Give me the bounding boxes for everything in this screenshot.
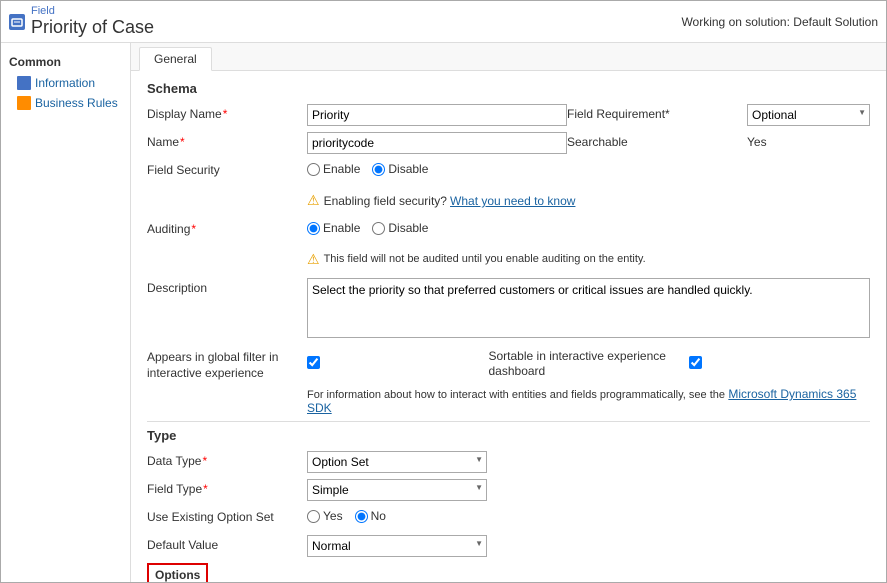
field-security-info-spacer — [147, 188, 307, 191]
content-area: General Schema Display Name* Field Requi… — [131, 43, 886, 582]
auditing-warning-row: ⚠ This field will not be audited until y… — [147, 247, 870, 272]
global-filter-row: Appears in global filter in interactive … — [147, 347, 870, 381]
sidebar: Common Information Business Rules — [1, 43, 131, 582]
schema-section-title: Schema — [147, 81, 870, 96]
field-security-info-control: ⚠ Enabling field security? What you need… — [307, 188, 870, 213]
name-row: Name* Searchable Yes — [147, 132, 870, 154]
warning-icon: ⚠ — [307, 192, 320, 209]
field-requirement-label: Field Requirement* — [567, 104, 747, 121]
auditing-row: Auditing* Enable Disable — [147, 219, 870, 241]
searchable-value: Yes — [747, 132, 870, 149]
default-value-select[interactable]: High Normal Low Critical — [307, 535, 487, 557]
sdk-spacer — [147, 387, 307, 390]
field-type-control: Simple — [307, 479, 870, 501]
description-label: Description — [147, 278, 307, 295]
auditing-warning-control: ⚠ This field will not be audited until y… — [307, 247, 870, 272]
field-requirement-control: Optional Business Recommended Business R… — [747, 104, 870, 126]
display-name-row: Display Name* Field Requirement* Optiona… — [147, 104, 870, 126]
auditing-warning-spacer — [147, 247, 307, 250]
field-security-disable-radio[interactable]: Disable — [372, 162, 428, 176]
name-label: Name* — [147, 132, 307, 149]
title-area: Field Priority of Case — [31, 5, 154, 38]
global-filter-checkbox[interactable] — [307, 356, 320, 369]
main-content: Common Information Business Rules Genera… — [1, 43, 886, 582]
auditing-control: Enable Disable — [307, 219, 870, 235]
data-type-select[interactable]: Option Set — [307, 451, 487, 473]
field-security-enable-radio[interactable]: Enable — [307, 162, 360, 176]
default-value-label: Default Value — [147, 535, 307, 552]
divider — [147, 421, 870, 422]
sdk-info-text: For information about how to interact wi… — [307, 387, 725, 401]
auditing-warning-icon: ⚠ — [307, 251, 320, 268]
use-existing-yes-radio[interactable]: Yes — [307, 509, 343, 523]
sidebar-item-information[interactable]: Information — [1, 73, 130, 93]
field-security-control: Enable Disable — [307, 160, 870, 176]
sidebar-section-common: Common — [1, 51, 130, 73]
field-type-select[interactable]: Simple — [307, 479, 487, 501]
business-rules-icon — [17, 96, 31, 110]
data-type-row: Data Type* Option Set — [147, 451, 870, 473]
display-name-input[interactable] — [307, 104, 567, 126]
field-type-label: Field Type* — [147, 479, 307, 496]
description-row: Description Select the priority so that … — [147, 278, 870, 341]
sidebar-item-label: Business Rules — [35, 96, 118, 110]
auditing-disable-radio[interactable]: Disable — [372, 221, 428, 235]
description-control: Select the priority so that preferred cu… — [307, 278, 870, 341]
field-security-label: Field Security — [147, 160, 307, 177]
description-textarea[interactable]: Select the priority so that preferred cu… — [307, 278, 870, 338]
use-existing-row: Use Existing Option Set Yes No — [147, 507, 870, 529]
default-value-control: High Normal Low Critical — [307, 535, 870, 557]
type-section: Type Data Type* Option Set — [147, 428, 870, 557]
type-section-title: Type — [147, 428, 870, 443]
tab-general[interactable]: General — [139, 47, 212, 71]
display-name-label: Display Name* — [147, 104, 307, 121]
form-area: Schema Display Name* Field Requirement* — [131, 71, 886, 582]
field-security-info-row: ⚠ Enabling field security? What you need… — [147, 188, 870, 213]
name-input[interactable] — [307, 132, 567, 154]
sortable-checkbox[interactable] — [689, 356, 702, 369]
default-value-row: Default Value High Normal Low Critical — [147, 535, 870, 557]
field-requirement-select[interactable]: Optional Business Recommended Business R… — [747, 104, 870, 126]
field-security-info-text: Enabling field security? What you need t… — [324, 192, 576, 208]
data-type-label: Data Type* — [147, 451, 307, 468]
information-icon — [17, 76, 31, 90]
sortable-label: Sortable in interactive experience dashb… — [489, 349, 689, 380]
options-section-header: Options — [147, 563, 208, 582]
options-section: Options — [147, 563, 870, 582]
use-existing-no-radio[interactable]: No — [355, 509, 386, 523]
sortable-control — [689, 356, 871, 372]
tab-bar: General — [131, 43, 886, 71]
global-filter-control — [307, 356, 489, 372]
solution-title: Working on solution: Default Solution — [681, 15, 878, 29]
searchable-label: Searchable — [567, 132, 747, 149]
use-existing-control: Yes No — [307, 507, 870, 523]
field-security-row: Field Security Enable Disable — [147, 160, 870, 182]
display-name-control — [307, 104, 567, 126]
main-window: Field Priority of Case Working on soluti… — [0, 0, 887, 583]
sidebar-item-label: Information — [35, 76, 95, 90]
sdk-info-row: For information about how to interact wi… — [147, 387, 870, 415]
auditing-warning-text: This field will not be audited until you… — [324, 251, 646, 265]
page-title: Priority of Case — [31, 17, 154, 38]
name-control — [307, 132, 567, 154]
data-type-control: Option Set — [307, 451, 870, 473]
title-bar-left: Field Priority of Case — [9, 5, 154, 38]
field-type-row: Field Type* Simple — [147, 479, 870, 501]
title-sub: Field — [31, 5, 154, 17]
use-existing-label: Use Existing Option Set — [147, 507, 307, 524]
global-filter-label: Appears in global filter in interactive … — [147, 347, 307, 381]
title-bar: Field Priority of Case Working on soluti… — [1, 1, 886, 43]
sidebar-item-business-rules[interactable]: Business Rules — [1, 93, 130, 113]
field-icon — [9, 14, 25, 30]
auditing-label: Auditing* — [147, 219, 307, 236]
sdk-info-control: For information about how to interact wi… — [307, 387, 870, 415]
auditing-enable-radio[interactable]: Enable — [307, 221, 360, 235]
field-security-link[interactable]: What you need to know — [450, 194, 575, 208]
